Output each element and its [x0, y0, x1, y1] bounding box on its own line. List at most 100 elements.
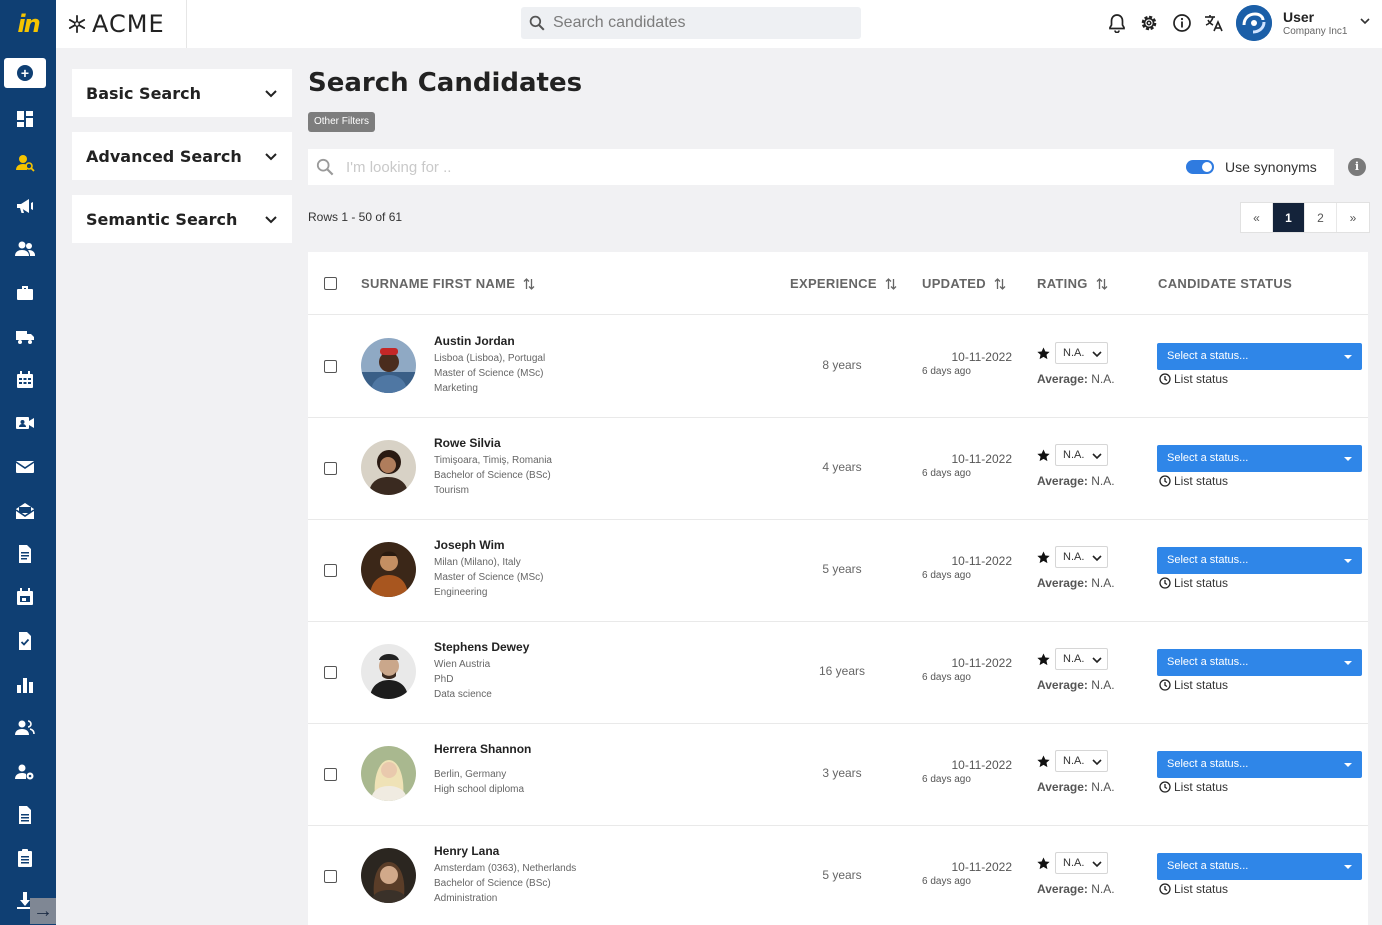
info-icon[interactable]: [1171, 12, 1193, 34]
column-updated[interactable]: UPDATED: [922, 276, 1006, 291]
pager-page-2[interactable]: 2: [1305, 203, 1337, 232]
use-synonyms-toggle[interactable]: [1186, 160, 1214, 174]
row-checkbox[interactable]: [324, 462, 337, 475]
pager-first[interactable]: «: [1241, 203, 1273, 232]
rating-select[interactable]: N.A.: [1055, 648, 1108, 670]
row-checkbox[interactable]: [324, 870, 337, 883]
column-experience[interactable]: EXPERIENCE: [790, 276, 897, 291]
app-logo[interactable]: in: [0, 0, 56, 48]
row-checkbox[interactable]: [324, 564, 337, 577]
dashboard-icon[interactable]: [14, 108, 36, 130]
team-icon[interactable]: [14, 717, 36, 739]
candidate-search-bar[interactable]: Use synonyms: [308, 149, 1334, 185]
candidate-name[interactable]: Rowe Silvia: [434, 436, 501, 450]
pager-last[interactable]: »: [1337, 203, 1369, 232]
user-search-icon[interactable]: [14, 152, 36, 174]
row-checkbox[interactable]: [324, 768, 337, 781]
star-icon[interactable]: [1037, 755, 1050, 768]
users-icon[interactable]: [14, 238, 36, 260]
translate-icon[interactable]: [1203, 12, 1225, 34]
candidate-name[interactable]: Henry Lana: [434, 844, 499, 858]
row-checkbox[interactable]: [324, 360, 337, 373]
user-name[interactable]: User: [1283, 9, 1314, 25]
mail-open-icon[interactable]: [14, 500, 36, 522]
list-status-link[interactable]: List status: [1159, 882, 1228, 896]
video-contact-icon[interactable]: [14, 412, 36, 434]
candidate-name[interactable]: Herrera Shannon: [434, 742, 531, 756]
top-search-input[interactable]: [553, 14, 853, 32]
bell-icon[interactable]: [1106, 12, 1128, 34]
pager-page-1[interactable]: 1: [1273, 203, 1305, 232]
star-icon[interactable]: [1037, 857, 1050, 870]
gear-icon[interactable]: [1138, 12, 1160, 34]
table-row[interactable]: Joseph Wim Milan (Milano), Italy Master …: [308, 520, 1368, 622]
document-check-icon[interactable]: [14, 630, 36, 652]
candidate-search-input[interactable]: [346, 158, 1146, 176]
select-all-checkbox[interactable]: [324, 277, 337, 290]
user-settings-icon[interactable]: [14, 761, 36, 783]
candidate-experience: 3 years: [822, 766, 862, 780]
megaphone-icon[interactable]: [14, 195, 36, 217]
candidate-photo[interactable]: [361, 848, 416, 903]
list-status-link[interactable]: List status: [1159, 576, 1228, 590]
candidate-name[interactable]: Austin Jordan: [434, 334, 515, 348]
semantic-search-panel[interactable]: Semantic Search: [72, 195, 292, 243]
list-status-link[interactable]: List status: [1159, 372, 1228, 386]
basic-search-panel[interactable]: Basic Search: [72, 69, 292, 117]
list-status-link[interactable]: List status: [1159, 678, 1228, 692]
candidate-name[interactable]: Stephens Dewey: [434, 640, 529, 654]
rating-select[interactable]: N.A.: [1055, 546, 1108, 568]
average-value: N.A.: [1091, 372, 1115, 386]
add-button[interactable]: +: [4, 58, 46, 88]
row-checkbox[interactable]: [324, 666, 337, 679]
file-text-icon[interactable]: [14, 804, 36, 826]
sort-icon: [885, 277, 897, 290]
star-icon[interactable]: [1037, 551, 1050, 564]
candidate-photo[interactable]: [361, 440, 416, 495]
truck-icon[interactable]: [14, 326, 36, 348]
chevron-down-icon[interactable]: [1358, 14, 1372, 28]
status-select[interactable]: Select a status...: [1157, 649, 1362, 676]
column-name[interactable]: SURNAME FIRST NAME: [361, 276, 535, 291]
clipboard-icon[interactable]: [14, 847, 36, 869]
user-avatar[interactable]: [1236, 5, 1272, 41]
updated-date: 10-11-2022: [951, 554, 1013, 568]
star-icon[interactable]: [1037, 653, 1050, 666]
search-info-icon[interactable]: i: [1348, 158, 1366, 176]
status-select[interactable]: Select a status...: [1157, 343, 1362, 370]
candidate-photo[interactable]: [361, 644, 416, 699]
mail-icon[interactable]: [14, 456, 36, 478]
status-select[interactable]: Select a status...: [1157, 547, 1362, 574]
calendar-icon[interactable]: [14, 586, 36, 608]
bar-chart-icon[interactable]: [14, 674, 36, 696]
table-row[interactable]: Henry Lana Amsterdam (0363), Netherlands…: [308, 826, 1368, 925]
table-row[interactable]: Stephens Dewey Wien Austria PhD Data sci…: [308, 622, 1368, 724]
star-icon[interactable]: [1037, 347, 1050, 360]
rating-select[interactable]: N.A.: [1055, 750, 1108, 772]
table-row[interactable]: Austin Jordan Lisboa (Lisboa), Portugal …: [308, 316, 1368, 418]
table-row[interactable]: Herrera Shannon Berlin, Germany High sch…: [308, 724, 1368, 826]
status-select[interactable]: Select a status...: [1157, 853, 1362, 880]
candidate-photo[interactable]: [361, 746, 416, 801]
briefcase-icon[interactable]: [14, 282, 36, 304]
calendar-grid-icon[interactable]: [14, 369, 36, 391]
status-select[interactable]: Select a status...: [1157, 445, 1362, 472]
top-search-bar[interactable]: [521, 7, 861, 39]
document-icon[interactable]: [14, 543, 36, 565]
status-select[interactable]: Select a status...: [1157, 751, 1362, 778]
list-status-link[interactable]: List status: [1159, 780, 1228, 794]
candidate-photo[interactable]: [361, 338, 416, 393]
table-row[interactable]: Rowe Silvia Timişoara, Timiş, Romania Ba…: [308, 418, 1368, 520]
rating-select[interactable]: N.A.: [1055, 342, 1108, 364]
list-status-link[interactable]: List status: [1159, 474, 1228, 488]
star-icon[interactable]: [1037, 449, 1050, 462]
expand-rail-arrow-icon[interactable]: →: [30, 898, 56, 924]
candidate-name[interactable]: Joseph Wim: [434, 538, 505, 552]
other-filters-button[interactable]: Other Filters: [308, 112, 376, 132]
rating-select[interactable]: N.A.: [1055, 852, 1108, 874]
column-rating[interactable]: RATING: [1037, 276, 1108, 291]
candidate-photo[interactable]: [361, 542, 416, 597]
advanced-search-panel[interactable]: Advanced Search: [72, 132, 292, 180]
brand-logo[interactable]: ACME: [56, 0, 187, 48]
rating-select[interactable]: N.A.: [1055, 444, 1108, 466]
